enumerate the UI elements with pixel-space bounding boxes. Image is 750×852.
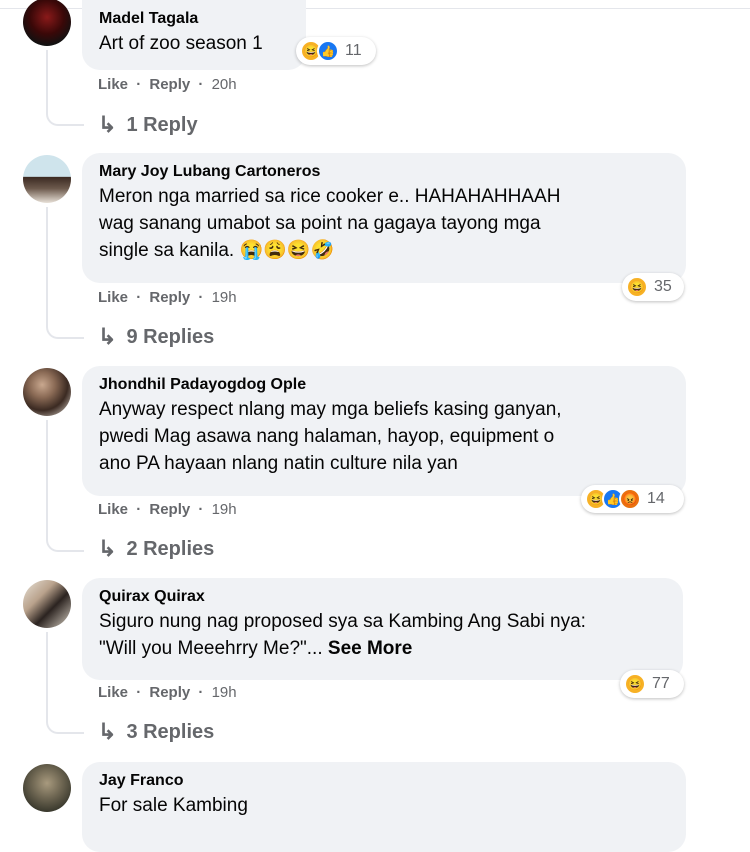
separator: · — [198, 501, 204, 518]
thread-line — [46, 207, 84, 339]
comment-text-line: single sa kanila. 😭😩😆🤣 — [99, 240, 335, 261]
comment-bubble: Mary Joy Lubang Cartoneros Meron nga mar… — [82, 153, 686, 283]
avatar[interactable] — [23, 0, 71, 46]
reaction-count: 35 — [654, 278, 672, 295]
like-link[interactable]: Like — [98, 76, 128, 93]
author-name[interactable]: Jhondhil Padayogdog Ople — [99, 374, 668, 396]
comment-actions: Like · Reply · 19h — [98, 501, 237, 518]
comment-text-line: Anyway respect nlang may mga beliefs kas… — [99, 399, 562, 420]
avatar[interactable] — [23, 580, 71, 628]
avatar[interactable] — [23, 155, 71, 203]
comment-text-line: "Will you Meeehrry Me?"... See More — [99, 635, 665, 662]
author-name[interactable]: Jay Franco — [99, 770, 668, 792]
author-name[interactable]: Madel Tagala — [99, 8, 288, 30]
comment-actions: Like · Reply · 19h — [98, 289, 237, 306]
separator: · — [198, 76, 204, 93]
timestamp[interactable]: 20h — [212, 76, 237, 93]
replies-label: 9 Replies — [126, 325, 215, 348]
reaction-summary[interactable]: 😆 👍 😡 14 — [581, 485, 684, 513]
thread-line — [46, 50, 84, 126]
avatar[interactable] — [23, 764, 71, 812]
author-name[interactable]: Mary Joy Lubang Cartoneros — [99, 161, 668, 183]
comment-bubble: Madel Tagala Art of zoo season 1 — [82, 0, 306, 70]
haha-icon: 😆 — [624, 673, 646, 695]
like-icon: 👍 — [317, 40, 339, 62]
reply-link[interactable]: Reply — [149, 289, 190, 306]
view-replies-button[interactable]: ↳ 1 Reply — [98, 112, 198, 138]
view-replies-button[interactable]: ↳ 2 Replies — [98, 536, 214, 562]
separator: · — [136, 684, 142, 701]
reply-arrow-icon: ↳ — [98, 719, 117, 744]
haha-icon: 😆 — [626, 276, 648, 298]
separator: · — [136, 501, 142, 518]
separator: · — [198, 289, 204, 306]
reaction-count: 11 — [345, 42, 362, 59]
replies-label: 3 Replies — [126, 720, 215, 743]
separator: · — [198, 684, 204, 701]
thread-line — [46, 420, 84, 552]
comment-text-line: wag sanang umabot sa point na gagaya tay… — [99, 213, 541, 234]
angry-icon: 😡 — [619, 488, 641, 510]
reply-arrow-icon: ↳ — [98, 112, 117, 137]
comment-text-line: ano PA hayaan nlang natin culture nila y… — [99, 453, 458, 474]
thread-line — [46, 632, 84, 734]
separator: · — [136, 76, 142, 93]
comment-actions: Like · Reply · 19h — [98, 684, 237, 701]
reaction-summary[interactable]: 😆 35 — [622, 273, 684, 301]
like-link[interactable]: Like — [98, 684, 128, 701]
avatar[interactable] — [23, 368, 71, 416]
reply-link[interactable]: Reply — [149, 501, 190, 518]
timestamp[interactable]: 19h — [212, 289, 237, 306]
like-link[interactable]: Like — [98, 289, 128, 306]
comment-actions: Like · Reply · 20h — [98, 76, 237, 93]
like-link[interactable]: Like — [98, 501, 128, 518]
view-replies-button[interactable]: ↳ 9 Replies — [98, 324, 214, 350]
author-name[interactable]: Quirax Quirax — [99, 586, 665, 608]
comment-text-line: pwedi Mag asawa nang halaman, hayop, equ… — [99, 426, 555, 447]
comment-text-line: Siguro nung nag proposed sya sa Kambing … — [99, 611, 586, 632]
reaction-count: 77 — [652, 675, 670, 692]
reply-arrow-icon: ↳ — [98, 536, 117, 561]
comment-text-line: Meron nga married sa rice cooker e.. HAH… — [99, 186, 561, 207]
reply-link[interactable]: Reply — [149, 684, 190, 701]
reaction-count: 14 — [647, 490, 665, 507]
comment-bubble: Quirax Quirax Siguro nung nag proposed s… — [82, 578, 683, 680]
comment-text: Art of zoo season 1 — [99, 33, 263, 54]
comment-text: For sale Kambing — [99, 795, 248, 816]
replies-label: 2 Replies — [126, 537, 215, 560]
reaction-summary[interactable]: 😆 77 — [620, 670, 684, 698]
see-more-link[interactable]: See More — [328, 638, 412, 659]
timestamp[interactable]: 19h — [212, 684, 237, 701]
comment-bubble: Jhondhil Padayogdog Ople Anyway respect … — [82, 366, 686, 496]
view-replies-button[interactable]: ↳ 3 Replies — [98, 719, 214, 745]
reply-link[interactable]: Reply — [149, 76, 190, 93]
reply-arrow-icon: ↳ — [98, 324, 117, 349]
timestamp[interactable]: 19h — [212, 501, 237, 518]
separator: · — [136, 289, 142, 306]
comment-text-fragment: "Will you Meeehrry Me?"... — [99, 638, 323, 659]
comment-bubble: Jay Franco For sale Kambing — [82, 762, 686, 852]
replies-label: 1 Reply — [126, 113, 198, 136]
reaction-summary[interactable]: 😆 👍 11 — [296, 37, 376, 65]
